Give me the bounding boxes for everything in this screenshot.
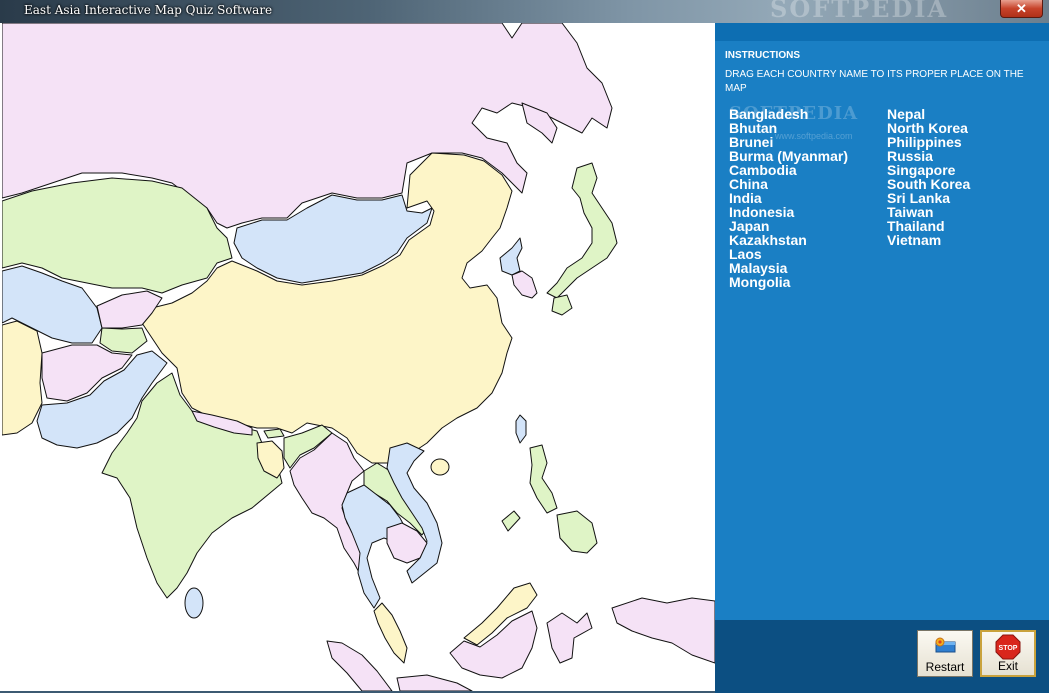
map-region-philippines-palawan — [501, 510, 521, 532]
country-label[interactable]: Thailand — [887, 219, 970, 233]
exit-button[interactable]: STOP Exit — [980, 630, 1036, 677]
map-region-taiwan[interactable] — [515, 414, 527, 444]
map-region-tajikistan — [99, 327, 148, 354]
country-label[interactable]: Brunei — [729, 135, 848, 149]
country-label[interactable]: Vietnam — [887, 233, 970, 247]
country-label[interactable]: Bangladesh — [729, 107, 848, 121]
map-region-iran — [2, 320, 43, 436]
map-region-malaysia-peninsula[interactable] — [373, 602, 408, 664]
close-icon: ✕ — [1016, 1, 1027, 16]
country-label[interactable]: Burma (Myanmar) — [729, 149, 848, 163]
restart-label: Restart — [925, 660, 965, 674]
country-label[interactable]: China — [729, 177, 848, 191]
country-label[interactable]: Kazakhstan — [729, 233, 848, 247]
map-region-north-korea[interactable] — [499, 237, 523, 276]
restart-button[interactable]: Restart — [917, 630, 973, 677]
country-label[interactable]: Japan — [729, 219, 848, 233]
map-region-philippines-south — [556, 510, 598, 554]
panel-header-strip — [715, 23, 1049, 41]
map-region-bhutan[interactable] — [263, 428, 285, 439]
map-region-south-korea[interactable] — [511, 270, 538, 299]
bottom-toolbar: Restart STOP Exit — [715, 620, 1049, 693]
map-region-indonesia-java — [396, 674, 473, 691]
exit-label: Exit — [997, 659, 1018, 673]
country-label[interactable]: Cambodia — [729, 163, 848, 177]
map-region-philippines[interactable] — [529, 444, 558, 514]
map-region-indonesia-sulawesi — [546, 612, 593, 664]
country-label[interactable]: Taiwan — [887, 205, 970, 219]
stop-sign-text: STOP — [999, 645, 1018, 652]
watermark: SOFTPEDIA — [770, 0, 949, 23]
country-list-left: Bangladesh Bhutan Brunei Burma (Myanmar)… — [729, 107, 848, 289]
title-bar[interactable]: East Asia Interactive Map Quiz Software … — [0, 0, 1049, 23]
country-label[interactable]: Singapore — [887, 163, 970, 177]
map-region-indonesia-sumatra — [326, 640, 393, 691]
country-list-right: Nepal North Korea Philippines Russia Sin… — [887, 107, 970, 247]
country-label[interactable]: India — [729, 191, 848, 205]
country-label[interactable]: Mongolia — [729, 275, 848, 289]
instructions-heading: INSTRUCTIONS — [725, 50, 800, 61]
country-label[interactable]: Indonesia — [729, 205, 848, 219]
window-title: East Asia Interactive Map Quiz Software — [24, 3, 273, 17]
map-region-hainan — [430, 458, 450, 476]
instructions-text: DRAG EACH COUNTRY NAME TO ITS PROPER PLA… — [725, 69, 1024, 94]
country-label[interactable]: North Korea — [887, 121, 970, 135]
map-region-japan[interactable] — [546, 162, 618, 299]
country-label[interactable]: Bhutan — [729, 121, 848, 135]
country-label[interactable]: Laos — [729, 247, 848, 261]
country-label[interactable]: South Korea — [887, 177, 970, 191]
country-label[interactable]: Nepal — [887, 107, 970, 121]
map-region-indonesia-papua — [611, 597, 715, 664]
country-label[interactable]: Sri Lanka — [887, 191, 970, 205]
country-label[interactable]: Russia — [887, 149, 970, 163]
map-area[interactable] — [2, 23, 715, 691]
stop-sign-icon: STOP — [995, 634, 1021, 660]
map-region-sri-lanka[interactable] — [184, 587, 204, 619]
map-region-japan-kyushu — [551, 294, 573, 316]
restart-icon — [935, 637, 956, 653]
country-label[interactable]: Malaysia — [729, 261, 848, 275]
country-label[interactable]: Philippines — [887, 135, 970, 149]
instructions-panel: INSTRUCTIONS DRAG EACH COUNTRY NAME TO I… — [715, 23, 1049, 620]
east-asia-map[interactable] — [2, 23, 715, 691]
close-button[interactable]: ✕ — [1000, 0, 1043, 18]
